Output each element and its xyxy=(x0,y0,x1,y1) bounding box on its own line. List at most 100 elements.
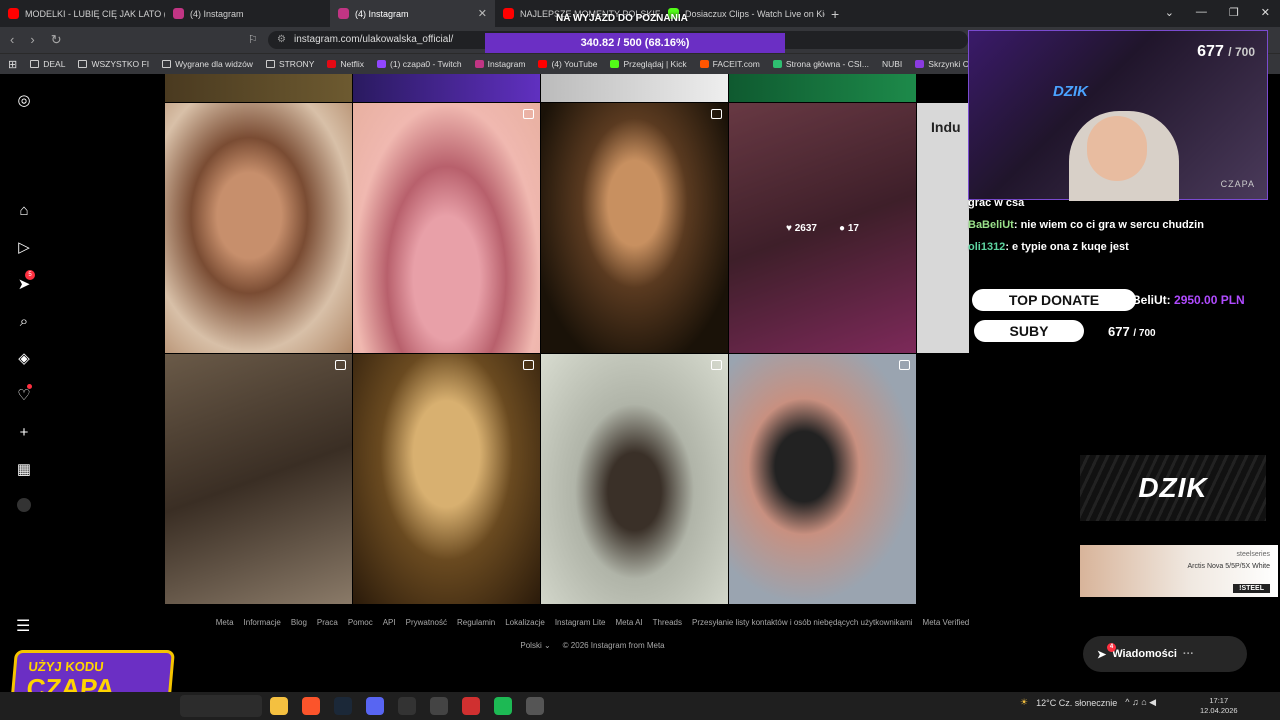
post-thumbnail[interactable] xyxy=(353,354,540,604)
explore-icon[interactable]: ◈ xyxy=(15,350,33,368)
footer-link[interactable]: Meta xyxy=(216,618,234,627)
apps-icon[interactable]: ⊞ xyxy=(8,58,17,71)
app-icon[interactable] xyxy=(462,697,480,715)
bookmark-icon[interactable]: ⚐ xyxy=(248,33,258,46)
post-thumbnail[interactable] xyxy=(353,103,540,353)
search-icon[interactable]: ⌕ xyxy=(15,313,33,331)
home-icon[interactable]: ⌂ xyxy=(15,202,33,220)
post-thumbnail[interactable] xyxy=(165,354,352,604)
browser-tab[interactable]: MODELKI - LUBIĘ CIĘ JAK LATO (pro xyxy=(0,0,165,27)
sub-counter: 677 / 700 xyxy=(1197,43,1255,60)
instagram-footer: Meta Informacje Blog Praca Pomoc API Prywatnoś… xyxy=(165,618,1020,650)
post-thumbnail[interactable] xyxy=(729,354,916,604)
steam-icon[interactable] xyxy=(334,697,352,715)
youtube-icon xyxy=(538,60,548,68)
bookmark-item[interactable]: STRONY xyxy=(265,59,314,69)
settings-icon[interactable] xyxy=(526,697,544,715)
bookmark-item[interactable]: Instagram xyxy=(474,59,526,69)
footer-link[interactable]: Blog xyxy=(291,618,307,627)
messages-icon[interactable]: ➤ 5 xyxy=(15,270,35,294)
more-menu-icon[interactable]: ☰ xyxy=(16,616,30,636)
post-hover-stats: ♥ 2637 ● 17 xyxy=(729,103,916,353)
maximize-icon[interactable]: ❐ xyxy=(1229,6,1239,19)
footer-link[interactable]: Meta Verified xyxy=(923,618,970,627)
close-tab-icon[interactable]: ✕ xyxy=(478,7,487,20)
close-window-icon[interactable]: ✕ xyxy=(1261,6,1270,19)
more-icon[interactable]: ··· xyxy=(1183,648,1194,660)
post-thumbnail[interactable] xyxy=(541,74,728,102)
footer-link[interactable]: Instagram Lite xyxy=(555,618,606,627)
bookmark-label: Instagram xyxy=(487,59,526,69)
create-icon[interactable]: + xyxy=(15,424,33,442)
language-select[interactable]: Polski ⌄ xyxy=(520,641,550,650)
forward-icon[interactable]: › xyxy=(30,32,34,48)
browser-tab[interactable]: (4) Instagram xyxy=(165,0,330,27)
comments-count: ● 17 xyxy=(839,222,859,234)
avatar[interactable] xyxy=(17,498,31,512)
minimize-icon[interactable]: — xyxy=(1196,6,1207,19)
clock[interactable]: 17:17 12.04.2026 xyxy=(1200,696,1238,716)
dashboard-icon[interactable]: ▦ xyxy=(15,461,33,479)
bookmark-item[interactable]: (1) czapa0 - Twitch xyxy=(376,59,462,69)
tab-label: (4) Instagram xyxy=(355,8,409,19)
spotify-icon[interactable] xyxy=(494,697,512,715)
post-thumbnail[interactable] xyxy=(729,74,916,102)
footer-link[interactable]: Meta AI xyxy=(616,618,643,627)
post-thumbnail[interactable] xyxy=(165,103,352,353)
new-tab-icon[interactable]: + xyxy=(831,6,839,22)
bookmark-label: Wygrane dla widzów xyxy=(175,59,253,69)
folder-icon xyxy=(162,60,172,68)
bookmark-label: (1) czapa0 - Twitch xyxy=(389,59,462,69)
reels-icon[interactable]: ▷ xyxy=(15,239,33,257)
heart-icon[interactable]: ♡ xyxy=(15,384,33,405)
footer-link[interactable]: Przesyłanie listy kontaktów i osób niebę… xyxy=(692,618,913,627)
footer-link[interactable]: Prywatność xyxy=(406,618,447,627)
folder-icon xyxy=(78,60,88,68)
tab-label: Dosiaczux Clips - Watch Live on Kick xyxy=(685,8,825,19)
bookmark-label: FACEIT.com xyxy=(712,59,760,69)
tray-icons[interactable]: ^ ♫ ⌂ ◀ xyxy=(1125,697,1156,708)
bookmark-item[interactable]: Strona główna - CSI... xyxy=(772,59,869,69)
faceit-icon xyxy=(699,60,709,68)
footer-link[interactable]: Lokalizacje xyxy=(505,618,545,627)
system-tray: ☀ 12°C Cz. słonecznie ^ ♫ ⌂ ◀ xyxy=(1020,697,1156,708)
footer-link[interactable]: Regulamin xyxy=(457,618,495,627)
back-icon[interactable]: ‹ xyxy=(10,32,14,48)
epic-icon[interactable] xyxy=(398,697,416,715)
cam-logo: DZIK xyxy=(1053,83,1088,100)
stream-goal-progress: 340.82 / 500 (68.16%) xyxy=(485,33,785,53)
chevron-down-icon[interactable]: ⌄ xyxy=(1165,6,1174,19)
post-thumbnail-hovered[interactable]: ♥ 2637 ● 17 xyxy=(729,103,916,353)
bookmark-item[interactable]: DEAL xyxy=(30,59,65,69)
bookmark-item[interactable]: Netflix xyxy=(327,59,364,69)
brave-icon[interactable] xyxy=(302,697,320,715)
site-info-icon[interactable]: ⚙ xyxy=(277,34,286,45)
bookmark-item[interactable]: Przeglądaj | Kick xyxy=(610,59,687,69)
bookmark-item[interactable]: (4) YouTube xyxy=(538,59,597,69)
instagram-icon xyxy=(474,60,484,68)
file-explorer-icon[interactable] xyxy=(270,697,288,715)
browser-tab-active[interactable]: (4) Instagram ✕ xyxy=(330,0,495,27)
bookmark-item[interactable]: FACEIT.com xyxy=(699,59,760,69)
bookmark-item[interactable]: NUBI xyxy=(882,59,902,69)
discord-icon[interactable] xyxy=(366,697,384,715)
folder-icon xyxy=(265,60,275,68)
footer-link[interactable]: Informacje xyxy=(244,618,281,627)
footer-link[interactable]: Praca xyxy=(317,618,338,627)
post-thumbnail[interactable] xyxy=(541,354,728,604)
footer-link[interactable]: Pomoc xyxy=(348,618,373,627)
footer-link[interactable]: Threads xyxy=(653,618,682,627)
taskbar-search[interactable] xyxy=(180,695,262,717)
notification-dot xyxy=(27,384,32,389)
bookmark-item[interactable]: Wygrane dla widzów xyxy=(162,59,253,69)
obs-icon[interactable] xyxy=(430,697,448,715)
messages-button[interactable]: ➤ 4 Wiadomości ··· xyxy=(1083,636,1247,672)
post-thumbnail[interactable] xyxy=(165,74,352,102)
instagram-logo-icon[interactable]: ◎ xyxy=(15,92,33,110)
reload-icon[interactable]: ↻ xyxy=(51,32,62,48)
post-thumbnail[interactable] xyxy=(353,74,540,102)
weather-text[interactable]: 12°C Cz. słonecznie xyxy=(1036,698,1117,708)
post-thumbnail[interactable] xyxy=(541,103,728,353)
bookmark-item[interactable]: WSZYSTKO FI xyxy=(78,59,149,69)
footer-link[interactable]: API xyxy=(383,618,396,627)
